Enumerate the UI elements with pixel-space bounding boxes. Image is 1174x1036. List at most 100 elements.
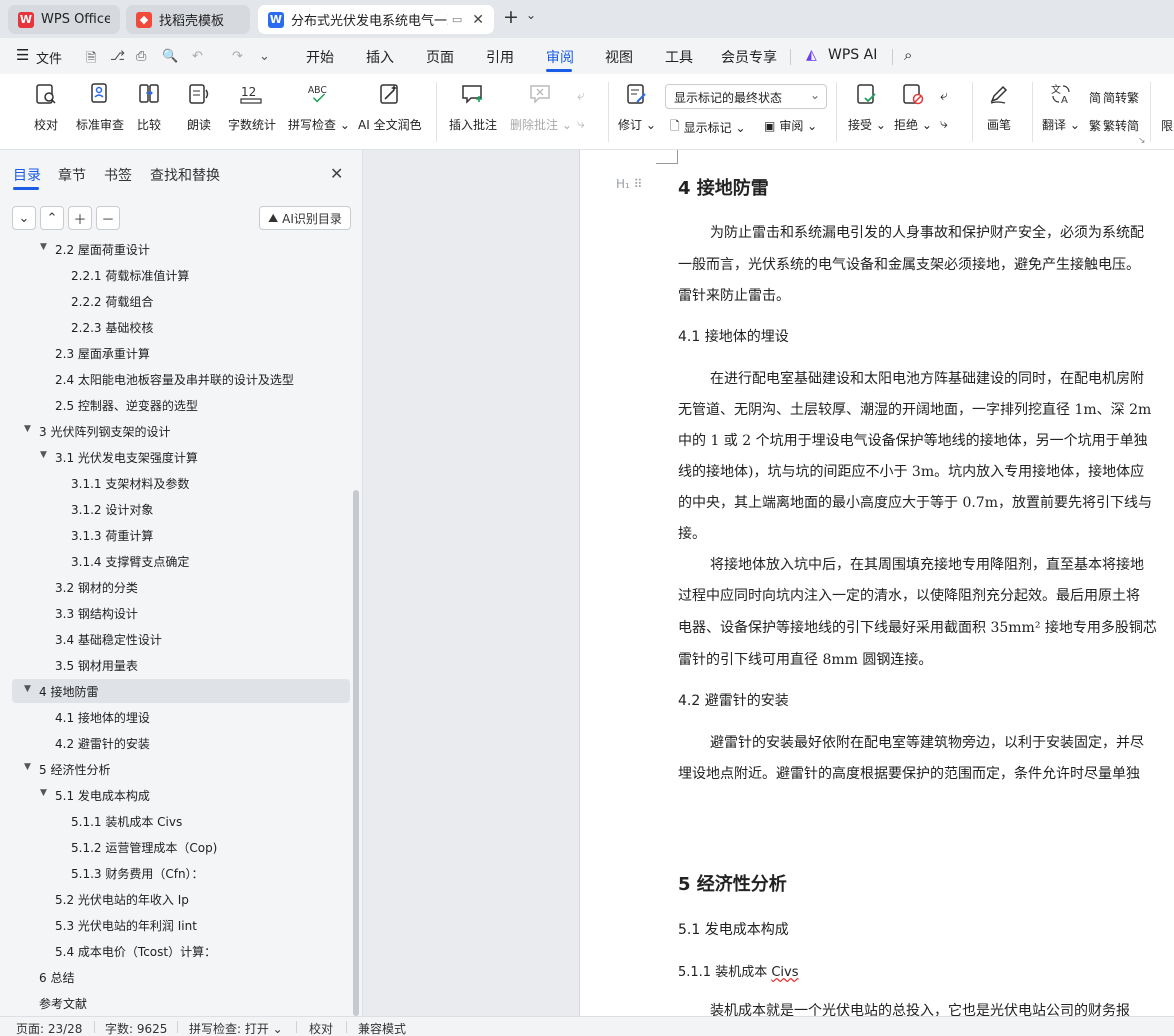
spell-check-status[interactable]: 拼写检查: 打开 ⌄ — [189, 1020, 283, 1036]
read-aloud-button[interactable]: 朗读 — [186, 80, 212, 133]
toc-scrollbar-thumb[interactable] — [353, 490, 359, 1016]
toc-item[interactable]: 3.3 钢结构设计 — [12, 601, 350, 625]
tab-bookmarks[interactable]: 书签 — [104, 165, 132, 185]
toc-item[interactable]: ▼ 5 经济性分析 — [12, 757, 350, 781]
reject-button[interactable]: 拒绝 ⌄ — [894, 80, 932, 133]
heading-drag-handle-icon[interactable]: H₁ ⠿ — [616, 177, 642, 191]
compare-button[interactable]: 比较 — [136, 80, 162, 133]
menu-member[interactable]: 会员专享 — [721, 47, 777, 67]
undo-icon[interactable]: ↶ — [192, 49, 203, 64]
accept-button[interactable]: 接受 ⌄ — [848, 80, 886, 133]
menu-start[interactable]: 开始 — [306, 47, 334, 67]
search-icon[interactable]: ⌕ — [904, 46, 912, 64]
menu-insert[interactable]: 插入 — [366, 47, 394, 67]
document-page[interactable]: H₁ ⠿ 4 接地防雷 为防止雷击和系统漏电引发的人身事故和保护财产安全，必须为… — [579, 150, 1174, 1016]
word-count-indicator[interactable]: 字数: 9625 — [105, 1020, 167, 1036]
file-menu[interactable]: 文件 — [36, 48, 62, 67]
spelling-error-mark[interactable]: Civs — [771, 965, 798, 980]
spell-check-button[interactable]: ABC 拼写检查 ⌄ — [288, 80, 350, 133]
menu-review[interactable]: 审阅 — [546, 47, 574, 67]
toc-item[interactable]: 4.2 避雷针的安装 — [12, 731, 350, 755]
tab-current-document[interactable]: W 分布式光伏发电系统电气一次 ▭ ✕ — [258, 5, 494, 34]
toc-item[interactable]: 6 总结 — [12, 965, 350, 989]
toc-item[interactable]: 3.4 基础稳定性设计 — [12, 627, 350, 651]
delete-comment-button[interactable]: 删除批注 ⌄ — [510, 80, 572, 133]
save-icon[interactable]: 🗎 — [86, 49, 96, 71]
toc-item[interactable]: 3.1.4 支撑臂支点确定 — [12, 549, 350, 573]
proofread-status[interactable]: 校对 — [309, 1020, 333, 1036]
redo-icon[interactable]: ↷ — [232, 49, 243, 64]
menu-wps-ai[interactable]: WPS AI — [828, 47, 877, 63]
menu-reference[interactable]: 引用 — [486, 47, 514, 67]
menu-tools[interactable]: 工具 — [665, 47, 693, 67]
toc-item[interactable]: 2.2.3 基础校核 — [12, 315, 350, 339]
ai-proofread-button[interactable]: AI 全文润色 — [358, 80, 422, 133]
next-comment-icon[interactable]: ⤷ — [577, 116, 585, 132]
new-tab-button[interactable]: + — [503, 6, 519, 28]
pen-button[interactable]: 画笔 — [986, 80, 1012, 133]
toc-item[interactable]: 5.3 光伏电站的年利润 Iint — [12, 913, 350, 937]
toc-item[interactable]: 2.2.1 荷载标准值计算 — [12, 263, 350, 287]
caret-down-icon[interactable]: ▼ — [24, 684, 31, 694]
tab-wps-office[interactable]: W WPS Office — [8, 5, 120, 34]
toc-item[interactable]: 5.1.3 财务费用（Cfn）： — [12, 861, 350, 885]
toc-item[interactable]: 2.4 太阳能电池板容量及串并联的设计及选型 — [12, 367, 350, 391]
tab-chapters[interactable]: 章节 — [58, 165, 86, 185]
group-expand-icon[interactable]: ↘ — [1138, 136, 1146, 146]
traditional-to-simplified-button[interactable]: 繁 繁转简 — [1089, 117, 1139, 134]
close-tab-icon[interactable]: ✕ — [472, 12, 484, 28]
caret-down-icon[interactable]: ▼ — [40, 242, 47, 252]
toc-item[interactable]: 3.1.2 设计对象 — [12, 497, 350, 521]
toc-item[interactable]: 2.5 控制器、逆变器的选型 — [12, 393, 350, 417]
ai-toc-button[interactable]: ⛰ AI识别目录 — [259, 206, 351, 230]
remove-heading-button[interactable]: － — [96, 206, 120, 230]
simplified-to-traditional-button[interactable]: 简 简转繁 — [1089, 89, 1139, 106]
toc-item[interactable]: ▼ 3.1 光伏发电支架强度计算 — [12, 445, 350, 469]
tab-toc[interactable]: 目录 — [13, 165, 41, 185]
menu-page[interactable]: 页面 — [426, 47, 454, 67]
page-indicator[interactable]: 页面: 23/28 — [16, 1020, 82, 1036]
previous-comment-icon[interactable]: ⤶ — [577, 88, 585, 104]
expand-up-button[interactable]: ⌃ — [40, 206, 64, 230]
tab-list-chevron-icon[interactable]: ⌄ — [526, 8, 536, 22]
toc-item[interactable]: 3.2 钢材的分类 — [12, 575, 350, 599]
toc-item[interactable]: 5.1.1 装机成本 Civs — [12, 809, 350, 833]
print-icon[interactable]: ⎙ — [136, 49, 146, 64]
track-changes-button[interactable]: 修订 ⌄ — [618, 80, 656, 133]
translate-button[interactable]: 文A 翻译 ⌄ — [1042, 80, 1080, 133]
show-markup-button[interactable]: 🗋 显示标记 ⌄ — [670, 117, 746, 138]
toc-item[interactable]: 参考文献 — [12, 991, 350, 1015]
restrict-editing-label[interactable]: 限 — [1161, 117, 1173, 134]
hamburger-icon[interactable]: ☰ — [16, 46, 29, 64]
close-icon[interactable]: ✕ — [330, 164, 343, 183]
toc-item[interactable]: 5.2 光伏电站的年收入 Ip — [12, 887, 350, 911]
toc-item[interactable]: ▼ 2.2 屋面荷重设计 — [12, 240, 350, 261]
previous-change-icon[interactable]: ⤶ — [940, 88, 948, 104]
caret-down-icon[interactable]: ▼ — [40, 450, 47, 460]
toc-item[interactable]: 5.4 成本电价（Tcost）计算： — [12, 939, 350, 963]
word-count-button[interactable]: 12 字数统计 — [228, 80, 276, 133]
share-icon[interactable]: ⎇ — [110, 49, 125, 64]
more-chevron-icon[interactable]: ⌄ — [259, 49, 270, 64]
toc-item[interactable]: 4.1 接地体的埋设 — [12, 705, 350, 729]
caret-down-icon[interactable]: ▼ — [24, 424, 31, 434]
proofread-button[interactable]: 校对 — [33, 80, 59, 133]
toc-item[interactable]: 2.3 屋面承重计算 — [12, 341, 350, 365]
standard-review-button[interactable]: 标准审查 — [76, 80, 124, 133]
toc-item[interactable]: 3.5 钢材用量表 — [12, 653, 350, 677]
menu-view[interactable]: 视图 — [605, 47, 633, 67]
print-preview-icon[interactable]: 🔍 — [162, 49, 178, 64]
toc-item[interactable]: 3.1.1 支架材料及参数 — [12, 471, 350, 495]
tab-find-replace[interactable]: 查找和替换 — [150, 165, 220, 185]
toc-item[interactable]: ▼ 3 光伏阵列钢支架的设计 — [12, 419, 350, 443]
caret-down-icon[interactable]: ▼ — [40, 788, 47, 798]
toc-item[interactable]: 5.1.2 运营管理成本（Cop) — [12, 835, 350, 859]
add-heading-button[interactable]: ＋ — [68, 206, 92, 230]
toc-item[interactable]: ▼ 5.1 发电成本构成 — [12, 783, 350, 807]
review-pane-button[interactable]: ▣ 审阅 ⌄ — [764, 117, 817, 134]
toc-item[interactable]: 2.2.2 荷载组合 — [12, 289, 350, 313]
next-change-icon[interactable]: ⤷ — [940, 116, 948, 132]
markup-mode-select[interactable]: 显示标记的最终状态 ⌄ — [665, 84, 827, 109]
insert-comment-button[interactable]: 插入批注 — [449, 80, 497, 133]
toc-item[interactable]: ▼ 4 接地防雷 — [12, 679, 350, 703]
